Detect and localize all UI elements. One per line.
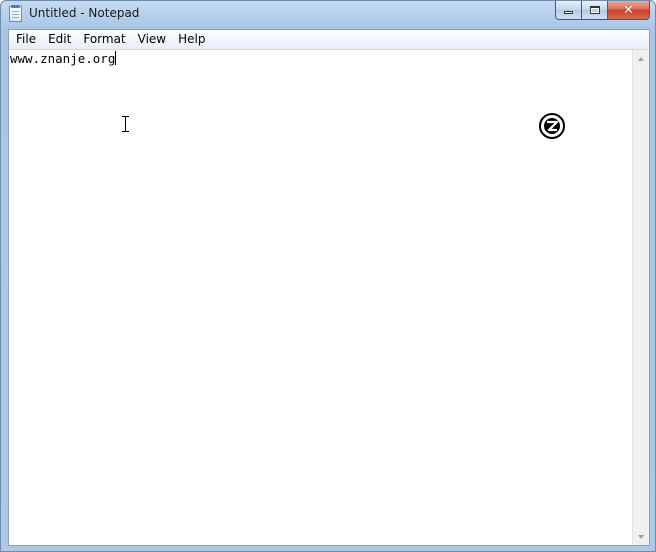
ibeam-cursor-icon	[122, 116, 130, 132]
maximize-icon	[589, 6, 600, 14]
close-icon: ✕	[623, 2, 634, 18]
caption-buttons: ✕	[555, 1, 650, 20]
notepad-icon[interactable]	[9, 5, 22, 22]
menu-bar: File Edit Format View Help	[9, 30, 649, 50]
window-title: Untitled - Notepad	[29, 6, 140, 20]
maximize-button[interactable]	[581, 1, 607, 20]
text-caret	[115, 51, 117, 65]
menu-edit[interactable]: Edit	[42, 30, 77, 49]
menu-file[interactable]: File	[10, 30, 42, 49]
menu-format[interactable]: Format	[77, 30, 131, 49]
arrow-down-icon	[638, 534, 644, 539]
title-bar[interactable]: Untitled - Notepad ✕	[1, 1, 655, 29]
vertical-scrollbar[interactable]	[632, 50, 649, 545]
client-area: File Edit Format View Help www.znanje.or…	[8, 29, 650, 546]
menu-help[interactable]: Help	[172, 30, 211, 49]
minimize-icon	[564, 11, 573, 14]
scroll-up-button[interactable]	[633, 50, 649, 67]
arrow-up-icon	[638, 56, 644, 61]
minimize-button[interactable]	[555, 1, 581, 20]
close-button[interactable]: ✕	[607, 1, 650, 20]
scroll-down-button[interactable]	[633, 528, 649, 545]
menu-view[interactable]: View	[132, 30, 172, 49]
editor-text: www.znanje.org	[10, 51, 116, 66]
notepad-window: Untitled - Notepad ✕ File Edit Format Vi…	[0, 0, 656, 552]
text-editor[interactable]: www.znanje.org	[9, 50, 632, 545]
znanje-logo-icon	[539, 113, 565, 139]
editor-content-line: www.znanje.org	[10, 51, 117, 67]
